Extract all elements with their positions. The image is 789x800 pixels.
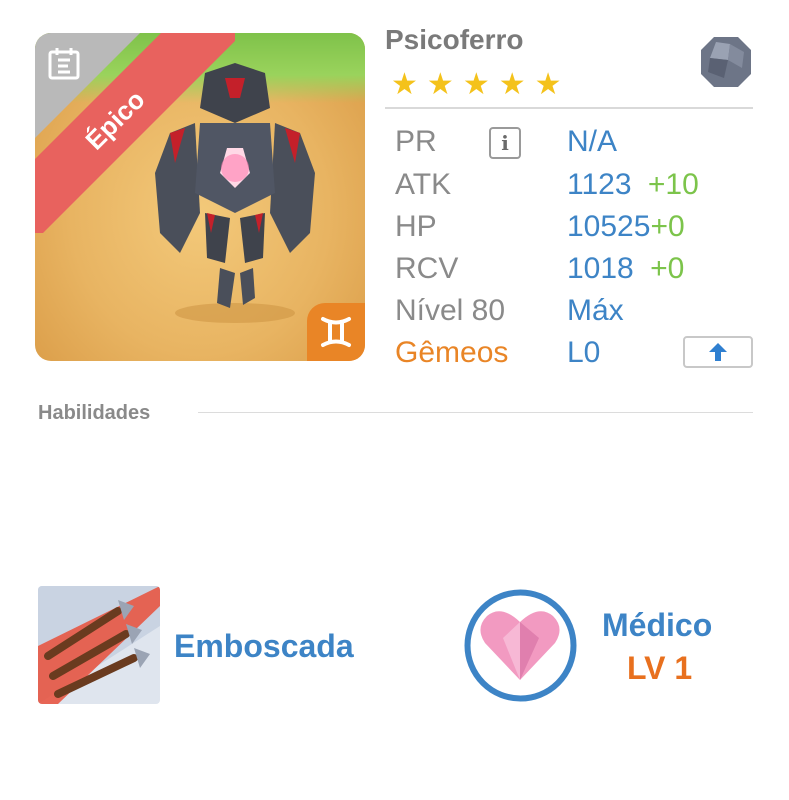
gemini-zodiac-badge — [307, 303, 365, 361]
atk-number: 1123 — [567, 168, 632, 201]
abilities-section-title: Habilidades — [38, 402, 151, 424]
rcv-value: 1018 +0 — [567, 252, 684, 286]
star-icon: ★ — [462, 68, 490, 101]
level-label: Nível 80 — [395, 294, 506, 327]
heart-leader-skill-icon[interactable] — [463, 588, 578, 703]
star-rating: ★ ★ ★ ★ ★ — [391, 70, 562, 100]
rcv-number: 1018 — [567, 252, 634, 285]
stone-element-icon — [701, 37, 751, 87]
hp-bonus: +0 — [650, 210, 685, 243]
header-divider — [385, 107, 753, 109]
pr-label: PR — [395, 125, 437, 158]
leader-skill-name[interactable]: Médico — [602, 607, 712, 644]
hp-number: 10525 — [567, 210, 651, 243]
gemini-icon — [321, 317, 351, 347]
leader-skill-level: LV 1 — [627, 650, 693, 686]
arrow-up-icon — [709, 343, 727, 361]
atk-value: 1123 +10 — [567, 168, 699, 202]
section-divider — [198, 412, 753, 413]
atk-bonus: +10 — [647, 168, 699, 201]
star-icon: ★ — [498, 68, 526, 101]
zodiac-label: Gêmeos — [395, 336, 509, 369]
rcv-bonus: +0 — [650, 252, 685, 285]
star-icon: ★ — [391, 68, 418, 101]
info-button[interactable]: i — [489, 127, 521, 159]
monster-name: Psicoferro — [385, 24, 524, 55]
monster-portrait[interactable]: Épico — [35, 33, 365, 361]
rcv-label: RCV — [395, 252, 459, 285]
upgrade-button[interactable] — [683, 336, 753, 368]
hp-label: HP — [395, 210, 437, 243]
info-icon: i — [501, 131, 509, 155]
document-icon[interactable] — [47, 47, 81, 81]
star-icon: ★ — [426, 68, 454, 101]
zodiac-level: L0 — [567, 336, 601, 369]
skill-name[interactable]: Emboscada — [174, 628, 354, 665]
star-icon: ★ — [534, 68, 562, 101]
pr-value: N/A — [567, 125, 618, 158]
atk-label: ATK — [395, 168, 452, 201]
ambush-skill-icon[interactable] — [38, 586, 160, 704]
level-value: Máx — [567, 294, 624, 327]
hp-value: 10525+0 — [567, 210, 685, 244]
